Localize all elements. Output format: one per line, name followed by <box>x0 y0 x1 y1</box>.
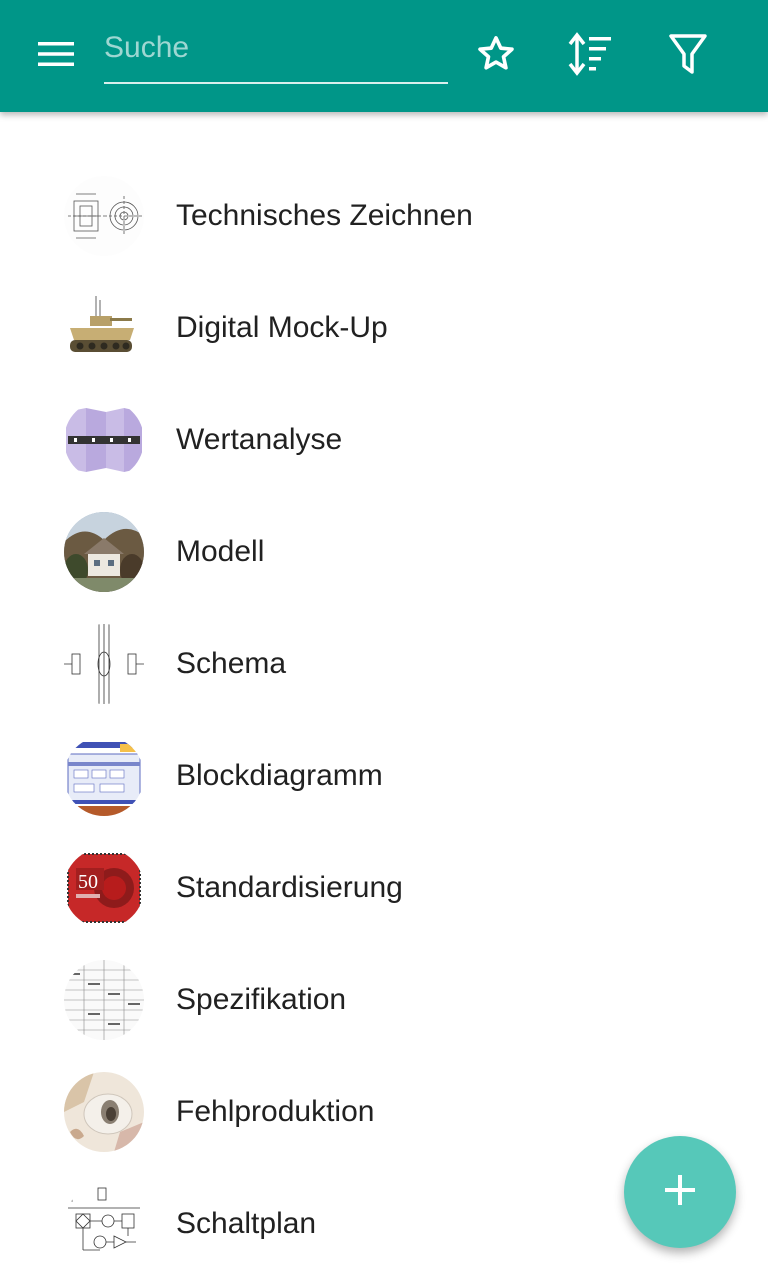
app-bar <box>0 0 768 112</box>
star-outline-icon <box>474 32 518 81</box>
schema-thumbnail <box>64 624 144 704</box>
plus-icon <box>664 1174 696 1211</box>
block-diagram-thumbnail <box>64 736 144 816</box>
list-item[interactable]: Digital Mock-Up <box>0 272 768 384</box>
tank-model-thumbnail <box>64 288 144 368</box>
house-model-thumbnail <box>64 512 144 592</box>
svg-text:50: 50 <box>78 871 98 893</box>
list-item[interactable]: Spezifikation <box>0 944 768 1056</box>
list-item[interactable]: Modell <box>0 496 768 608</box>
add-button[interactable] <box>624 1136 736 1248</box>
category-list: Technisches Zeichnen Digital Mock-Up Wer… <box>0 160 768 1280</box>
menu-button[interactable] <box>24 32 88 80</box>
list-item-label: Blockdiagramm <box>176 759 383 792</box>
list-item[interactable]: Schema <box>0 608 768 720</box>
list-item-label: Spezifikation <box>176 983 347 1016</box>
filter-button[interactable] <box>660 28 716 84</box>
specification-thumbnail <box>64 960 144 1040</box>
list-item-label: Digital Mock-Up <box>176 311 388 344</box>
circuit-diagram-thumbnail: in <box>64 1184 144 1264</box>
list-item-label: Technisches Zeichnen <box>176 199 473 232</box>
technical-drawing-thumbnail <box>64 176 144 256</box>
list-item-label: Fehlproduktion <box>176 1095 375 1128</box>
list-item-label: Schaltplan <box>176 1207 317 1240</box>
misprint-thumbnail <box>64 1072 144 1152</box>
search-field <box>104 20 448 84</box>
filter-icon <box>668 32 708 81</box>
list-item[interactable]: Wertanalyse <box>0 384 768 496</box>
list-item-label: Wertanalyse <box>176 423 343 456</box>
svg-text:in: in <box>68 1198 73 1204</box>
list-item-label: Standardisierung <box>176 871 403 904</box>
list-item-label: Schema <box>176 647 287 680</box>
list-item[interactable]: Technisches Zeichnen <box>0 160 768 272</box>
sort-icon <box>567 31 615 81</box>
menu-icon <box>38 41 74 71</box>
favorites-button[interactable] <box>468 28 524 84</box>
value-analysis-thumbnail <box>64 400 144 480</box>
list-item[interactable]: 50 Standardisierung <box>0 832 768 944</box>
list-item-label: Modell <box>176 535 265 568</box>
search-input[interactable] <box>104 28 448 68</box>
list-item[interactable]: Blockdiagramm <box>0 720 768 832</box>
sort-button[interactable] <box>563 28 619 84</box>
standardization-stamp-thumbnail: 50 <box>64 848 144 928</box>
